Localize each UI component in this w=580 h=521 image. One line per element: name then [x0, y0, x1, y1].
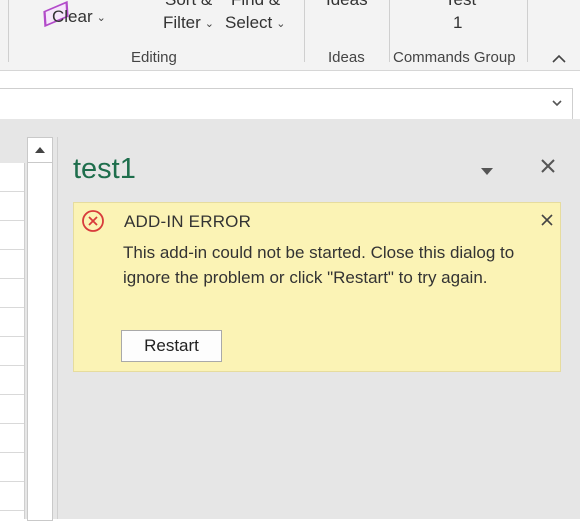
scroll-up-button[interactable] — [28, 138, 52, 163]
dismiss-error-button[interactable] — [540, 213, 554, 227]
chevron-down-icon: ⌄ — [276, 18, 286, 31]
editing-group-label: Editing — [131, 49, 177, 66]
ribbon-separator — [8, 0, 9, 62]
ribbon-separator — [389, 0, 390, 62]
restart-button[interactable]: Restart — [121, 330, 222, 362]
chevron-up-icon — [552, 54, 566, 63]
addin-error-banner: ADD-IN ERROR This add-in could not be st… — [73, 202, 561, 372]
clear-button[interactable]: Clear ⌄ — [20, 0, 110, 34]
ideas-button[interactable]: Ideas — [310, 0, 382, 40]
test-button-label-line1: Test — [445, 0, 476, 10]
sort-filter-label-line1: Sort & — [165, 0, 212, 10]
error-title: ADD-IN ERROR — [124, 212, 252, 231]
collapse-ribbon-button[interactable] — [550, 52, 568, 66]
triangle-down-icon — [481, 168, 493, 175]
test-button-label-line2: 1 — [453, 13, 463, 32]
worksheet-grid[interactable] — [0, 163, 25, 519]
task-pane-title: test1 — [73, 153, 136, 185]
ribbon-separator — [527, 0, 528, 62]
chevron-down-icon: ⌄ — [96, 12, 106, 25]
sort-filter-button[interactable]: Sort & Filter⌄ — [160, 0, 220, 40]
close-icon — [541, 214, 553, 226]
find-select-button[interactable]: Find & Select⌄ — [222, 0, 292, 40]
task-pane: test1 ADD-IN ERROR This add-in could not… — [57, 137, 580, 519]
chevron-down-icon: ⌄ — [204, 18, 214, 31]
task-pane-options-button[interactable] — [480, 163, 494, 175]
chevron-down-icon — [552, 100, 562, 107]
formula-bar[interactable] — [0, 88, 573, 120]
column-header-strip — [0, 135, 24, 164]
ideas-button-label: Ideas — [326, 0, 368, 10]
error-icon — [81, 209, 105, 233]
find-select-label-line2: Select — [225, 13, 273, 32]
ideas-group-label: Ideas — [328, 49, 365, 66]
vertical-scrollbar[interactable] — [27, 137, 53, 521]
error-message: This add-in could not be started. Close … — [123, 243, 515, 287]
expand-formula-bar-button[interactable] — [550, 96, 564, 110]
ribbon: Clear⌄ Sort & Filter⌄ Find & Select⌄ Edi… — [0, 0, 580, 71]
ribbon-separator — [304, 0, 305, 62]
triangle-up-icon — [35, 147, 45, 153]
test-button[interactable]: Test 1 — [420, 0, 496, 40]
sort-filter-label-line2: Filter — [163, 13, 201, 32]
find-select-label-line1: Find & — [231, 0, 280, 10]
task-pane-close-button[interactable] — [539, 157, 557, 175]
close-icon — [541, 159, 555, 173]
clear-label: Clear — [52, 7, 93, 26]
commands-group-label: Commands Group — [393, 49, 516, 66]
